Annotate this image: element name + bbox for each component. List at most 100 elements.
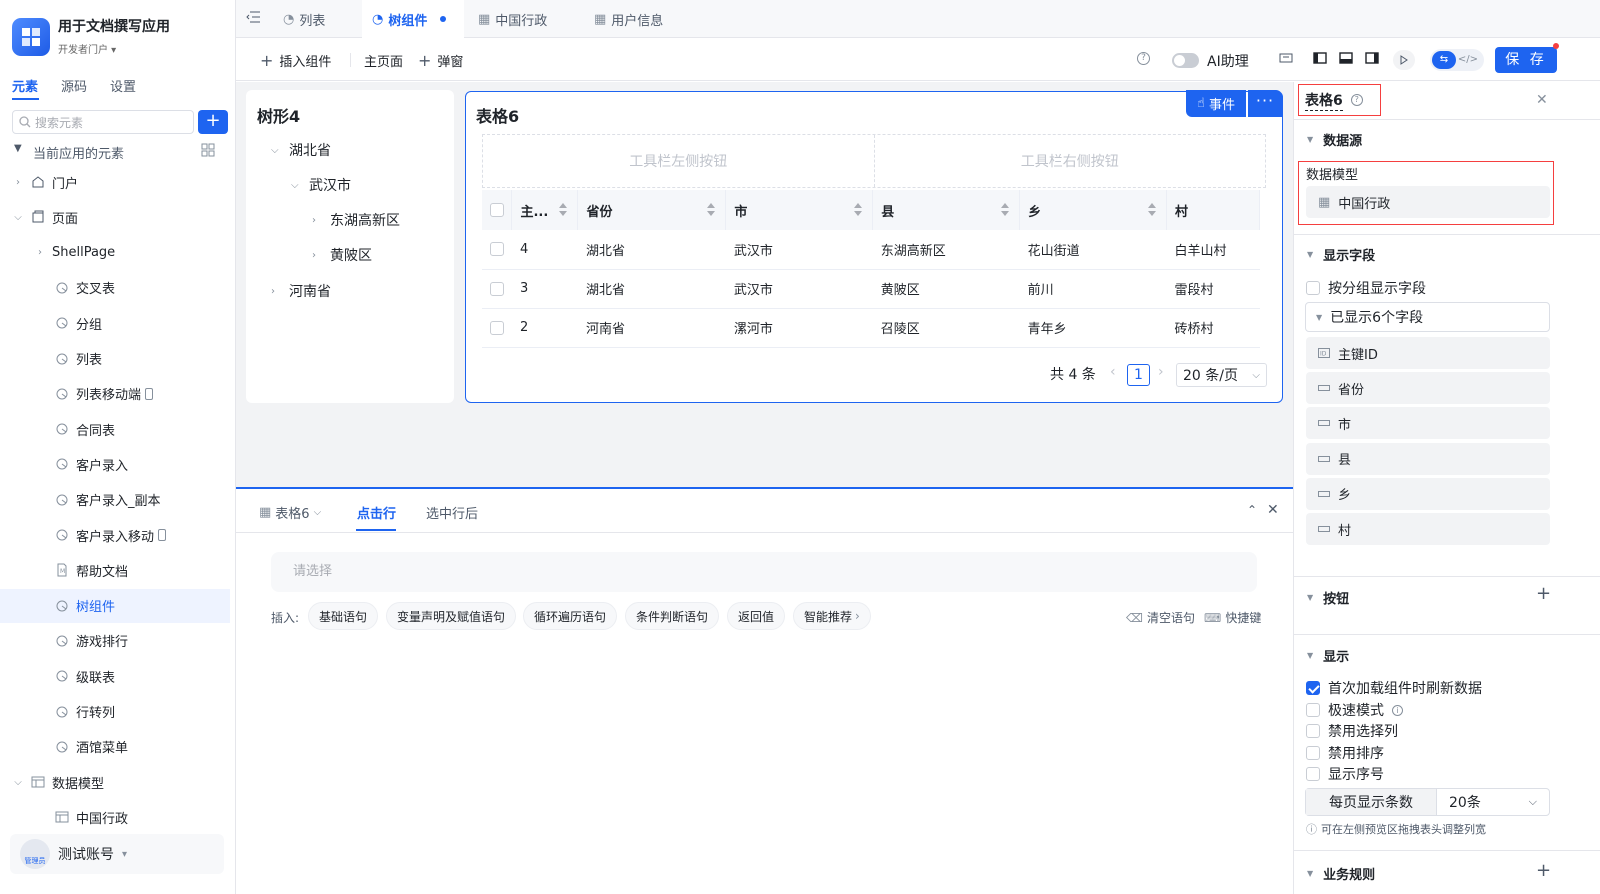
- fast-mode-checkbox[interactable]: 极速模式 i: [1306, 700, 1403, 720]
- per-page-select[interactable]: 20条 ⌵: [1437, 789, 1549, 815]
- tab-list[interactable]: ◔ 列表: [273, 0, 359, 38]
- next-page-icon[interactable]: ›: [1158, 364, 1164, 380]
- display-field-item[interactable]: 市: [1306, 407, 1550, 440]
- chip-variable-statement[interactable]: 变量声明及赋值语句: [386, 602, 517, 630]
- sidebar-item[interactable]: 客户录入移动: [0, 518, 230, 552]
- show-index-checkbox[interactable]: 显示序号: [1306, 764, 1384, 784]
- tree-node-wuhan[interactable]: ⌵ 武汉市: [291, 175, 351, 195]
- sidebar-item[interactable]: 中国行政: [0, 800, 230, 834]
- tab-after-select[interactable]: 选中行后: [426, 503, 478, 522]
- play-icon[interactable]: [1393, 50, 1415, 70]
- column-header[interactable]: 乡: [1019, 190, 1168, 230]
- tree-node-huangpi[interactable]: › 黄陂区: [312, 245, 372, 265]
- help-icon[interactable]: ?: [1350, 94, 1363, 106]
- display-field-item[interactable]: 县: [1306, 442, 1550, 475]
- tree-node-hubei[interactable]: ⌵ 湖北省: [271, 140, 331, 160]
- sidebar-item[interactable]: M 帮助文档: [0, 553, 230, 587]
- chip-smart-recommend[interactable]: 智能推荐 ›: [793, 602, 871, 630]
- collapse-sidebar-icon[interactable]: [246, 11, 260, 23]
- column-header[interactable]: 主...: [511, 190, 579, 230]
- disable-sort-checkbox[interactable]: 禁用排序: [1306, 743, 1384, 763]
- chip-condition-statement[interactable]: 条件判断语句: [625, 602, 720, 630]
- more-options-button[interactable]: ···: [1248, 90, 1282, 117]
- tab-settings[interactable]: 设置: [110, 76, 136, 95]
- chevron-down-icon[interactable]: ⌵: [12, 212, 24, 223]
- add-element-button[interactable]: +: [198, 110, 228, 134]
- display-field-item[interactable]: 省份: [1306, 372, 1550, 405]
- shown-fields-dropdown[interactable]: ▼ 已显示6个字段: [1305, 302, 1550, 332]
- row-checkbox[interactable]: [482, 269, 512, 309]
- collapse-arrow-icon[interactable]: ▼: [14, 143, 22, 154]
- column-header[interactable]: 市: [725, 190, 874, 230]
- insert-component-button[interactable]: + 插入组件: [260, 51, 331, 70]
- component-selector[interactable]: ▦ 表格6 ⌵: [259, 503, 321, 522]
- bottom-panel-icon[interactable]: [1339, 52, 1353, 64]
- chevron-right-icon[interactable]: ›: [34, 247, 46, 258]
- sidebar-item[interactable]: 分组: [0, 306, 230, 340]
- chip-loop-statement[interactable]: 循环遍历语句: [523, 602, 618, 630]
- add-button-icon[interactable]: +: [1536, 583, 1551, 604]
- sort-icon[interactable]: [1001, 203, 1010, 217]
- collapse-panel-icon[interactable]: ⌃: [1247, 503, 1257, 517]
- sidebar-item[interactable]: 行转列: [0, 695, 230, 729]
- sidebar-item[interactable]: 客户录入_副本: [0, 483, 230, 517]
- row-checkbox[interactable]: [482, 308, 512, 348]
- prev-page-icon[interactable]: ‹: [1110, 364, 1116, 380]
- sidebar-item[interactable]: 合同表: [0, 412, 230, 446]
- tree-node-henan[interactable]: › 河南省: [271, 281, 331, 301]
- sidebar-item[interactable]: 游戏排行: [0, 624, 230, 658]
- help-icon[interactable]: ?: [1137, 52, 1150, 65]
- tab-china-admin[interactable]: ▦ 中国行政: [468, 0, 580, 38]
- table-row[interactable]: 2 河南省 漯河市 召陵区 青年乡 砖桥村: [482, 308, 1260, 348]
- table-row[interactable]: 3 湖北省 武汉市 黄陂区 前川 雷段村: [482, 269, 1260, 309]
- main-page-button[interactable]: 主页面: [364, 51, 403, 70]
- column-header[interactable]: 村: [1166, 190, 1260, 230]
- page-size-select[interactable]: 20 条/页 ⌵: [1176, 363, 1267, 387]
- toolbar-right-slot[interactable]: 工具栏右侧按钮: [875, 135, 1266, 187]
- display-field-item[interactable]: ID 主键ID: [1306, 337, 1550, 369]
- section-datasource[interactable]: ▼ 数据源: [1307, 130, 1362, 149]
- chevron-right-icon[interactable]: ›: [12, 177, 24, 188]
- section-buttons[interactable]: ▼ 按钮: [1307, 588, 1349, 607]
- chip-return-value[interactable]: 返回值: [727, 602, 786, 630]
- tab-click-row[interactable]: 点击行: [357, 503, 396, 522]
- table-row[interactable]: 4 湖北省 武汉市 东湖高新区 花山街道 白羊山村: [482, 230, 1260, 270]
- search-input[interactable]: 搜索元素: [12, 110, 194, 134]
- column-header[interactable]: 省份: [577, 190, 727, 230]
- refresh-on-load-checkbox[interactable]: 首次加载组件时刷新数据: [1306, 678, 1482, 698]
- sidebar-item[interactable]: ⌵ 数据模型: [0, 765, 230, 799]
- sidebar-item[interactable]: 列表移动端: [0, 377, 230, 411]
- group-fields-checkbox[interactable]: 按分组显示字段: [1306, 278, 1426, 298]
- mode-switch[interactable]: ⇆ </>: [1430, 49, 1484, 71]
- sidebar-item[interactable]: 交叉表: [0, 271, 230, 305]
- sidebar-item[interactable]: › ShellPage: [0, 236, 230, 270]
- data-model-select[interactable]: ▦ 中国行政: [1306, 186, 1550, 218]
- row-checkbox[interactable]: [482, 230, 512, 270]
- section-display-fields[interactable]: ▼ 显示字段: [1307, 245, 1375, 264]
- tree-node-donghu[interactable]: › 东湖高新区: [312, 210, 400, 230]
- close-icon[interactable]: ✕: [1536, 92, 1548, 108]
- portal-switcher[interactable]: 开发者门户 ▾: [58, 41, 116, 56]
- device-preview-icon[interactable]: [1279, 52, 1293, 64]
- shortcut-link[interactable]: ⌨ 快捷键: [1204, 609, 1261, 626]
- add-rule-icon[interactable]: +: [1536, 860, 1551, 881]
- clear-statements-link[interactable]: ⌫ 清空语句: [1126, 609, 1195, 626]
- ai-assistant-toggle[interactable]: [1172, 53, 1199, 68]
- sidebar-item[interactable]: 列表: [0, 342, 230, 376]
- popup-button[interactable]: + 弹窗: [418, 51, 463, 70]
- display-field-item[interactable]: 村: [1306, 513, 1550, 545]
- display-field-item[interactable]: 乡: [1306, 477, 1550, 510]
- toolbar-left-slot[interactable]: 工具栏左侧按钮: [483, 135, 875, 187]
- layout-icon[interactable]: [201, 143, 215, 157]
- component-name-field[interactable]: 表格6?: [1298, 84, 1381, 116]
- sidebar-item[interactable]: 客户录入: [0, 447, 230, 481]
- event-button[interactable]: ☝ 事件: [1186, 90, 1246, 117]
- left-panel-icon[interactable]: [1313, 52, 1327, 64]
- design-mode-icon[interactable]: ⇆: [1432, 51, 1456, 69]
- sidebar-item[interactable]: › 门户: [0, 165, 230, 199]
- sidebar-item[interactable]: 树组件: [0, 588, 230, 623]
- chevron-down-icon[interactable]: ⌵: [12, 777, 24, 788]
- statement-select[interactable]: 请选择: [271, 552, 1257, 592]
- sort-icon[interactable]: [854, 203, 863, 217]
- chip-basic-statement[interactable]: 基础语句: [308, 602, 379, 630]
